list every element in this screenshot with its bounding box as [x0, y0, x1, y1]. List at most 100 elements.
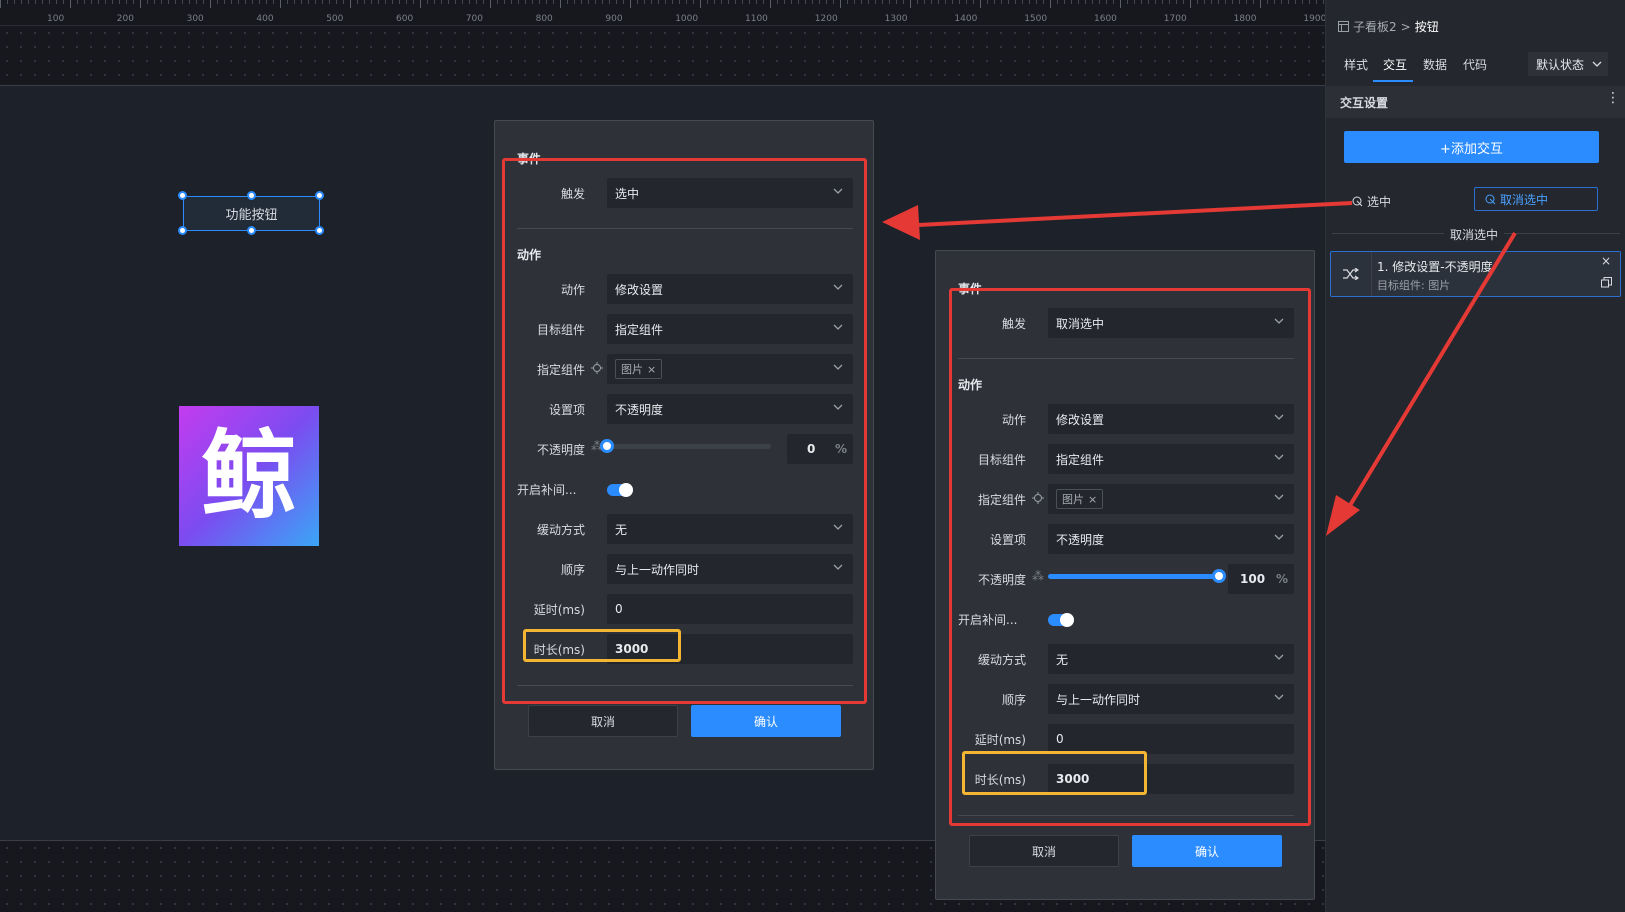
ruler-mark [749, 0, 750, 4]
ruler-mark [1190, 0, 1191, 8]
ruler-tick-label: 100 [47, 14, 65, 24]
ruler-mark [119, 0, 120, 4]
ruler-mark [756, 0, 757, 4]
ruler-mark [819, 0, 820, 4]
ruler-mark [287, 0, 288, 4]
ruler-mark [329, 0, 330, 4]
ruler-tick-label: 1500 [1024, 14, 1048, 24]
ruler-mark [777, 0, 778, 4]
ruler-mark [1232, 0, 1233, 4]
cancel-button-label: 取消 [1031, 844, 1056, 859]
ruler-mark [280, 0, 281, 8]
ruler-mark [924, 0, 925, 4]
ruler-mark [1225, 0, 1226, 4]
resize-handle-br[interactable] [315, 226, 324, 235]
ruler-mark [427, 0, 428, 4]
ruler-mark [98, 0, 99, 4]
ruler-mark [1092, 0, 1093, 4]
ruler-mark [973, 0, 974, 4]
ruler-mark [630, 0, 631, 8]
ruler-mark [728, 0, 729, 4]
ruler-mark [126, 0, 127, 4]
add-interaction-button[interactable]: +添加交互 [1344, 131, 1599, 163]
confirm-button[interactable]: 确认 [691, 705, 841, 737]
ruler-mark [1260, 0, 1261, 8]
ruler-mark [42, 0, 43, 4]
ruler-mark [1323, 0, 1324, 4]
ruler-mark [1078, 0, 1079, 4]
ruler-mark [483, 0, 484, 4]
copy-icon[interactable] [1601, 277, 1612, 288]
interaction-action-card[interactable]: 1. 修改设置-不透明度 目标组件: 图片 × [1330, 251, 1621, 297]
ruler-mark [553, 0, 554, 4]
ruler-mark [1183, 0, 1184, 4]
ruler-mark [1155, 0, 1156, 4]
ruler-mark [1085, 0, 1086, 4]
ruler-mark [336, 0, 337, 4]
ruler-mark [1246, 0, 1247, 4]
ruler-mark [133, 0, 134, 4]
whale-logo-image[interactable]: 鲸 [179, 406, 319, 546]
breadcrumb-parent[interactable]: 子看板2 [1353, 18, 1397, 35]
resize-handle-t[interactable] [247, 191, 256, 200]
ruler-mark [1001, 0, 1002, 4]
ruler-mark [392, 0, 393, 4]
cancel-button[interactable]: 取消 [969, 835, 1119, 867]
ruler-mark [805, 0, 806, 4]
cancel-button[interactable]: 取消 [528, 705, 678, 737]
ruler-mark [1113, 0, 1114, 4]
ruler-mark [672, 0, 673, 4]
close-icon[interactable]: × [1601, 254, 1611, 268]
confirm-button[interactable]: 确认 [1132, 835, 1282, 867]
ruler-mark [217, 0, 218, 4]
ruler-mark [315, 0, 316, 4]
ruler-mark [833, 0, 834, 4]
ruler-mark [1253, 0, 1254, 4]
ruler-mark [266, 0, 267, 4]
ruler-mark [77, 0, 78, 4]
resize-handle-bl[interactable] [178, 226, 187, 235]
tab-data[interactable]: 数据 [1423, 56, 1447, 73]
ruler-mark [147, 0, 148, 4]
tab-code[interactable]: 代码 [1463, 56, 1487, 73]
pointer-icon [1352, 196, 1363, 207]
ruler-mark [189, 0, 190, 4]
ruler-mark [854, 0, 855, 4]
tab-interaction[interactable]: 交互 [1383, 56, 1407, 73]
ruler-mark [861, 0, 862, 4]
ruler-mark [357, 0, 358, 4]
ruler-mark [609, 0, 610, 4]
event-tab-select[interactable]: 选中 [1352, 193, 1391, 210]
more-menu-icon[interactable]: ⋮ [1606, 90, 1620, 106]
ruler-mark [987, 0, 988, 4]
ruler-mark [1029, 0, 1030, 4]
event-tab-unselect[interactable]: 取消选中 [1474, 187, 1598, 211]
ruler-mark [581, 0, 582, 4]
resize-handle-tr[interactable] [315, 191, 324, 200]
section-title: 交互设置 [1340, 96, 1389, 110]
ruler-mark [1134, 0, 1135, 4]
pointer-icon [1485, 194, 1496, 204]
ruler-mark [161, 0, 162, 4]
ruler-mark [1050, 0, 1051, 8]
ruler-mark [1008, 0, 1009, 4]
state-select[interactable]: 默认状态 [1528, 52, 1608, 76]
ruler-mark [350, 0, 351, 8]
ruler-mark [63, 0, 64, 4]
ruler-mark [546, 0, 547, 4]
ruler-mark [623, 0, 624, 4]
ruler-mark [980, 0, 981, 8]
ruler-mark [301, 0, 302, 4]
ruler-mark [574, 0, 575, 4]
button-component-label: 功能按钮 [225, 208, 278, 223]
shuffle-icon [1343, 268, 1359, 280]
ruler-mark [714, 0, 715, 4]
ruler-mark [441, 0, 442, 4]
ruler-mark [14, 0, 15, 4]
highlight-box [949, 288, 1311, 826]
tab-style[interactable]: 样式 [1344, 56, 1368, 73]
ruler-mark [1302, 0, 1303, 4]
ruler-mark [1295, 0, 1296, 4]
resize-handle-tl[interactable] [178, 191, 187, 200]
resize-handle-b[interactable] [247, 226, 256, 235]
